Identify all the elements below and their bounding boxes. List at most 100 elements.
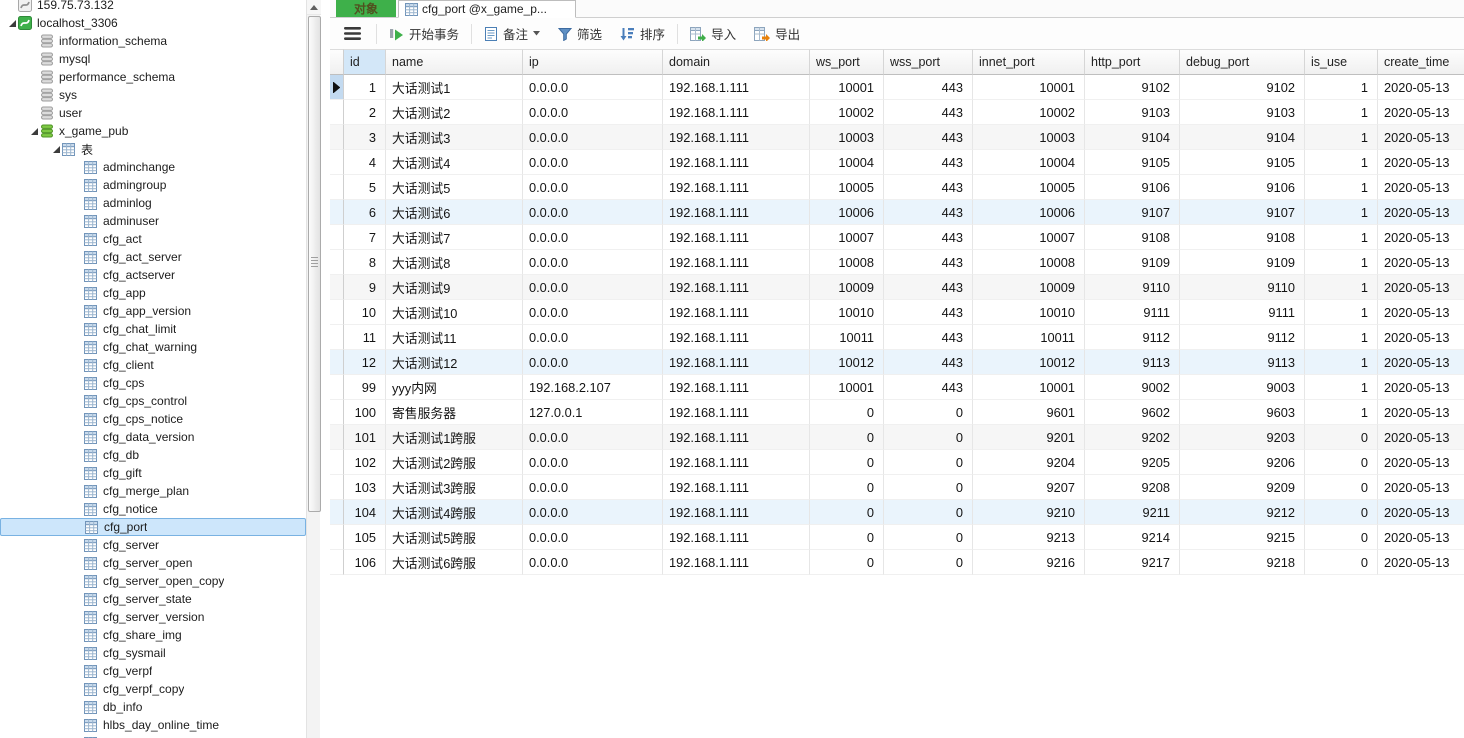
row-selector[interactable] — [330, 100, 344, 125]
cell-wss_port[interactable]: 443 — [884, 325, 973, 350]
cell-name[interactable]: 大话测试1跨服 — [386, 425, 523, 450]
cell-ip[interactable]: 0.0.0.0 — [523, 425, 663, 450]
cell-debug_port[interactable]: 9106 — [1180, 175, 1305, 200]
column-header-id[interactable]: id — [344, 49, 386, 75]
cell-domain[interactable]: 192.168.1.111 — [663, 475, 810, 500]
cell-create_time[interactable]: 2020-05-13 — [1378, 425, 1464, 450]
cell-http_port[interactable]: 9106 — [1085, 175, 1180, 200]
cell-domain[interactable]: 192.168.1.111 — [663, 550, 810, 575]
cell-wss_port[interactable]: 443 — [884, 250, 973, 275]
tree-item-cfg_cps_notice[interactable]: cfg_cps_notice — [0, 410, 306, 428]
cell-debug_port[interactable]: 9212 — [1180, 500, 1305, 525]
cell-ws_port[interactable]: 10001 — [810, 375, 884, 400]
cell-ws_port[interactable]: 0 — [810, 550, 884, 575]
tree-item-cfg_app[interactable]: cfg_app — [0, 284, 306, 302]
cell-is_use[interactable]: 1 — [1305, 375, 1378, 400]
cell-ip[interactable]: 0.0.0.0 — [523, 325, 663, 350]
cell-domain[interactable]: 192.168.1.111 — [663, 375, 810, 400]
tree-item-performance_schema[interactable]: performance_schema — [0, 68, 306, 86]
import-button[interactable]: 导入 — [681, 22, 745, 46]
tree-item-cfg_actserver[interactable]: cfg_actserver — [0, 266, 306, 284]
cell-innet_port[interactable]: 10012 — [973, 350, 1085, 375]
cell-ws_port[interactable]: 10003 — [810, 125, 884, 150]
row-selector[interactable] — [330, 425, 344, 450]
row-selector[interactable] — [330, 175, 344, 200]
cell-is_use[interactable]: 1 — [1305, 325, 1378, 350]
cell-name[interactable]: 大话测试5 — [386, 175, 523, 200]
tree-item-cfg_server[interactable]: cfg_server — [0, 536, 306, 554]
cell-http_port[interactable]: 9208 — [1085, 475, 1180, 500]
cell-http_port[interactable]: 9002 — [1085, 375, 1180, 400]
cell-is_use[interactable]: 1 — [1305, 175, 1378, 200]
cell-domain[interactable]: 192.168.1.111 — [663, 150, 810, 175]
cell-name[interactable]: 寄售服务器 — [386, 400, 523, 425]
column-header-is_use[interactable]: is_use — [1305, 49, 1378, 75]
cell-wss_port[interactable]: 443 — [884, 275, 973, 300]
cell-is_use[interactable]: 0 — [1305, 550, 1378, 575]
cell-ws_port[interactable]: 10004 — [810, 150, 884, 175]
tree-item-hlbs_day_online_time[interactable]: hlbs_day_online_time — [0, 716, 306, 734]
cell-id[interactable]: 7 — [344, 225, 386, 250]
cell-name[interactable]: 大话测试2跨服 — [386, 450, 523, 475]
cell-innet_port[interactable]: 9207 — [973, 475, 1085, 500]
cell-ip[interactable]: 0.0.0.0 — [523, 550, 663, 575]
cell-ip[interactable]: 0.0.0.0 — [523, 175, 663, 200]
chevron-down-icon[interactable] — [533, 31, 540, 36]
column-header-name[interactable]: name — [386, 49, 523, 75]
cell-ip[interactable]: 127.0.0.1 — [523, 400, 663, 425]
cell-debug_port[interactable]: 9108 — [1180, 225, 1305, 250]
row-selector[interactable] — [330, 125, 344, 150]
cell-domain[interactable]: 192.168.1.111 — [663, 400, 810, 425]
cell-domain[interactable]: 192.168.1.111 — [663, 350, 810, 375]
cell-ws_port[interactable]: 10002 — [810, 100, 884, 125]
cell-id[interactable]: 6 — [344, 200, 386, 225]
cell-name[interactable]: 大话测试8 — [386, 250, 523, 275]
cell-ws_port[interactable]: 10011 — [810, 325, 884, 350]
cell-ip[interactable]: 0.0.0.0 — [523, 200, 663, 225]
row-selector[interactable] — [330, 450, 344, 475]
tree-item-cfg_sysmail[interactable]: cfg_sysmail — [0, 644, 306, 662]
cell-ip[interactable]: 192.168.2.107 — [523, 375, 663, 400]
cell-id[interactable]: 101 — [344, 425, 386, 450]
cell-ws_port[interactable]: 10008 — [810, 250, 884, 275]
cell-http_port[interactable]: 9103 — [1085, 100, 1180, 125]
cell-create_time[interactable]: 2020-05-13 — [1378, 175, 1464, 200]
sidebar-scrollbar[interactable] — [306, 0, 320, 738]
cell-debug_port[interactable]: 9102 — [1180, 75, 1305, 100]
tree-item-user[interactable]: user — [0, 104, 306, 122]
column-header-http_port[interactable]: http_port — [1085, 49, 1180, 75]
cell-ip[interactable]: 0.0.0.0 — [523, 100, 663, 125]
cell-debug_port[interactable]: 9105 — [1180, 150, 1305, 175]
column-header-ws_port[interactable]: ws_port — [810, 49, 884, 75]
cell-name[interactable]: 大话测试7 — [386, 225, 523, 250]
cell-debug_port[interactable]: 9209 — [1180, 475, 1305, 500]
cell-ws_port[interactable]: 0 — [810, 450, 884, 475]
column-header-innet_port[interactable]: innet_port — [973, 49, 1085, 75]
cell-innet_port[interactable]: 9204 — [973, 450, 1085, 475]
cell-domain[interactable]: 192.168.1.111 — [663, 300, 810, 325]
cell-innet_port[interactable]: 10002 — [973, 100, 1085, 125]
cell-domain[interactable]: 192.168.1.111 — [663, 450, 810, 475]
cell-http_port[interactable]: 9111 — [1085, 300, 1180, 325]
row-selector[interactable] — [330, 225, 344, 250]
cell-domain[interactable]: 192.168.1.111 — [663, 200, 810, 225]
row-selector[interactable] — [330, 325, 344, 350]
tree-item-cfg_server_state[interactable]: cfg_server_state — [0, 590, 306, 608]
cell-wss_port[interactable]: 0 — [884, 500, 973, 525]
export-button[interactable]: 导出 — [745, 22, 809, 46]
cell-create_time[interactable]: 2020-05-13 — [1378, 350, 1464, 375]
cell-debug_port[interactable]: 9003 — [1180, 375, 1305, 400]
cell-innet_port[interactable]: 10011 — [973, 325, 1085, 350]
cell-domain[interactable]: 192.168.1.111 — [663, 425, 810, 450]
cell-debug_port[interactable]: 9603 — [1180, 400, 1305, 425]
cell-wss_port[interactable]: 0 — [884, 425, 973, 450]
tree-item-cfg_client[interactable]: cfg_client — [0, 356, 306, 374]
cell-is_use[interactable]: 1 — [1305, 150, 1378, 175]
cell-ip[interactable]: 0.0.0.0 — [523, 125, 663, 150]
cell-http_port[interactable]: 9205 — [1085, 450, 1180, 475]
tree-item-localhost_3306[interactable]: localhost_3306 — [0, 14, 306, 32]
cell-create_time[interactable]: 2020-05-13 — [1378, 525, 1464, 550]
cell-debug_port[interactable]: 9109 — [1180, 250, 1305, 275]
tree-item-cfg_verpf[interactable]: cfg_verpf — [0, 662, 306, 680]
cell-create_time[interactable]: 2020-05-13 — [1378, 250, 1464, 275]
